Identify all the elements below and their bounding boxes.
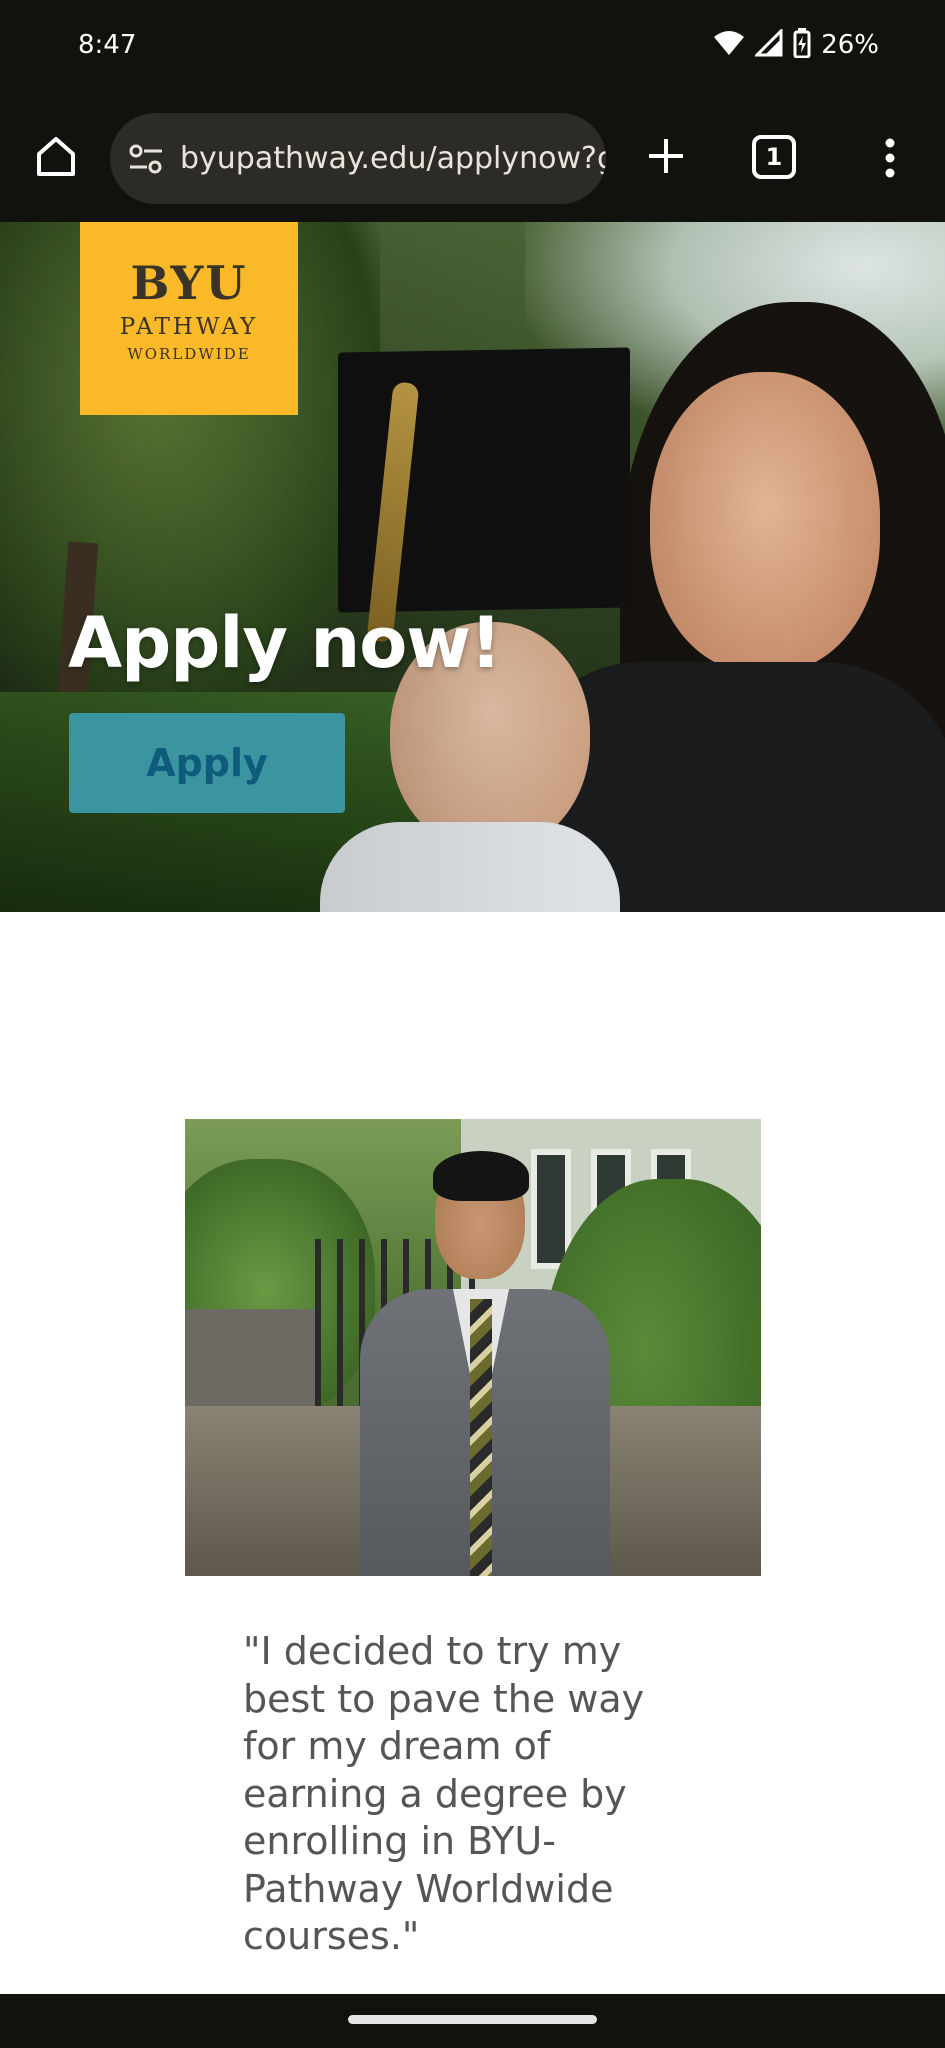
apply-button[interactable]: Apply: [69, 713, 345, 813]
tune-icon[interactable]: [128, 139, 164, 179]
more-vert-icon: [884, 138, 896, 182]
url-bar[interactable]: byupathway.edu/applynow?g: [110, 113, 606, 204]
logo-line-worldwide: WORLDWIDE: [127, 345, 251, 363]
testimonial-photo-tie: [470, 1299, 492, 1576]
gesture-nav-bar: [0, 1994, 945, 2048]
signal-icon: [753, 27, 783, 61]
status-icons: 26%: [713, 27, 879, 62]
testimonial-quote: "I decided to try my best to pave the wa…: [243, 1629, 645, 1958]
home-gesture-handle[interactable]: [348, 2015, 597, 2024]
battery-percent: 26%: [821, 30, 879, 60]
more-options-button[interactable]: [866, 130, 914, 190]
status-bar: 8:47 26%: [0, 0, 945, 100]
home-button[interactable]: [28, 130, 84, 186]
status-time: 8:47: [78, 30, 137, 60]
testimonial-photo-hair: [433, 1151, 529, 1201]
wifi-icon: [713, 29, 745, 61]
logo-line-byu: BYU: [130, 256, 248, 310]
tab-switcher-button[interactable]: 1: [752, 135, 796, 179]
hero-section: BYU PATHWAY WORLDWIDE Apply now! Apply: [0, 222, 945, 912]
browser-toolbar: byupathway.edu/applynow?g 1: [0, 100, 945, 222]
home-icon: [34, 134, 78, 182]
hero-title: Apply now!: [68, 602, 502, 684]
logo-line-pathway: PATHWAY: [119, 314, 259, 340]
testimonial-photo: [185, 1119, 761, 1576]
url-text[interactable]: byupathway.edu/applynow?g: [180, 141, 606, 176]
new-tab-button[interactable]: [638, 130, 694, 186]
battery-charging-icon: [793, 28, 811, 62]
plus-icon: [646, 136, 686, 180]
byu-pathway-logo[interactable]: BYU PATHWAY WORLDWIDE: [80, 222, 298, 415]
